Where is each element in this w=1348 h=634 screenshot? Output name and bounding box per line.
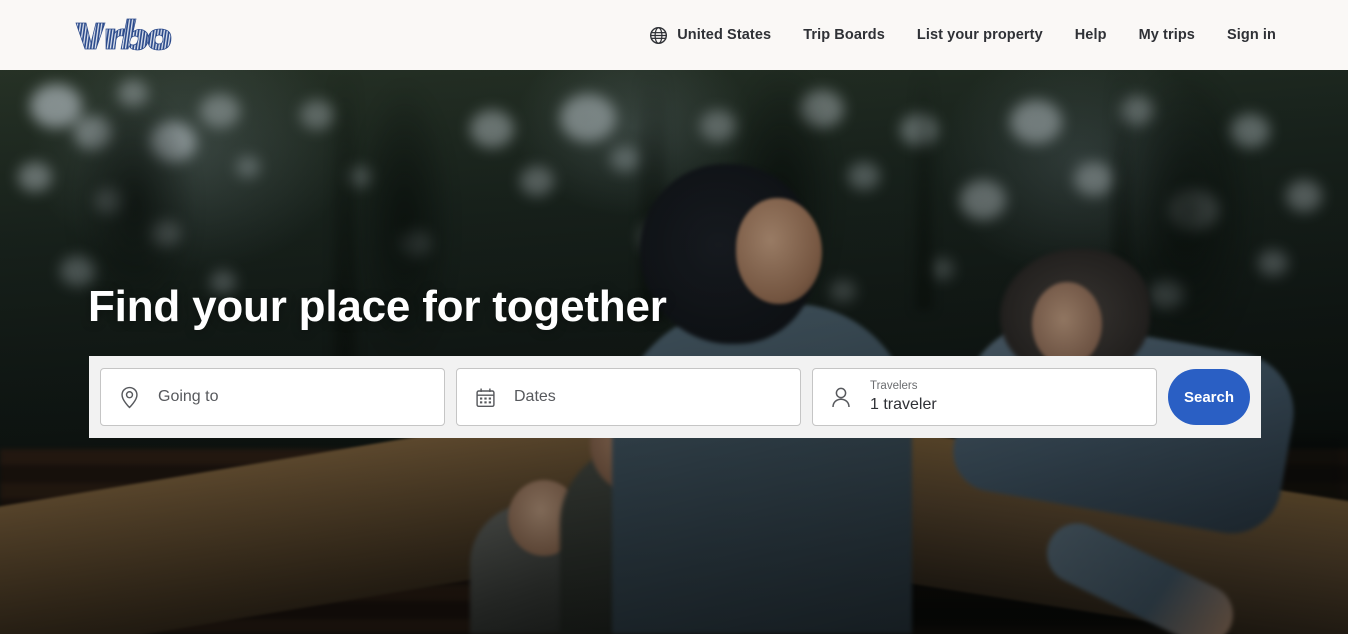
nav-label-my-trips: My trips xyxy=(1138,27,1195,43)
map-pin-icon xyxy=(117,385,141,409)
travelers-value-stack: Travelers 1 traveler xyxy=(870,379,937,415)
vrbo-homepage: United States Trip Boards List your prop… xyxy=(0,0,1348,634)
nav-item-list-your-property[interactable]: List your property xyxy=(901,0,1059,70)
dates-placeholder: Dates xyxy=(514,388,556,405)
nav-item-sign-in[interactable]: Sign in xyxy=(1211,0,1292,70)
calendar-icon xyxy=(473,385,497,409)
globe-icon xyxy=(649,26,668,45)
nav-label-sign-in: Sign in xyxy=(1226,27,1276,43)
main-navigation: United States Trip Boards List your prop… xyxy=(633,0,1292,70)
nav-item-trip-boards[interactable]: Trip Boards xyxy=(787,0,901,70)
nav-item-region[interactable]: United States xyxy=(633,0,787,70)
person-icon xyxy=(829,385,853,409)
nav-label-trip-boards: Trip Boards xyxy=(803,27,885,43)
dates-field[interactable]: Dates xyxy=(456,368,801,426)
nav-label-help: Help xyxy=(1074,27,1107,43)
vrbo-wordmark-icon xyxy=(75,18,172,51)
site-header: United States Trip Boards List your prop… xyxy=(0,0,1348,70)
hero-content: Find your place for together Going to Da… xyxy=(0,70,1348,634)
hero-headline: Find your place for together xyxy=(88,282,667,331)
hero-section: Find your place for together Going to Da… xyxy=(0,70,1348,634)
search-button[interactable]: Search xyxy=(1168,369,1250,425)
nav-item-my-trips[interactable]: My trips xyxy=(1123,0,1211,70)
travelers-value: 1 traveler xyxy=(870,396,937,413)
nav-item-help[interactable]: Help xyxy=(1059,0,1123,70)
destination-field[interactable]: Going to xyxy=(100,368,445,426)
nav-label-list-your-property: List your property xyxy=(916,27,1043,43)
search-bar: Going to Dates Travelers 1 traveler Sear… xyxy=(89,356,1261,438)
travelers-field[interactable]: Travelers 1 traveler xyxy=(812,368,1157,426)
travelers-label: Travelers xyxy=(870,380,918,392)
nav-label-region: United States xyxy=(677,27,772,43)
vrbo-logo[interactable] xyxy=(72,14,182,56)
destination-placeholder: Going to xyxy=(158,388,219,405)
